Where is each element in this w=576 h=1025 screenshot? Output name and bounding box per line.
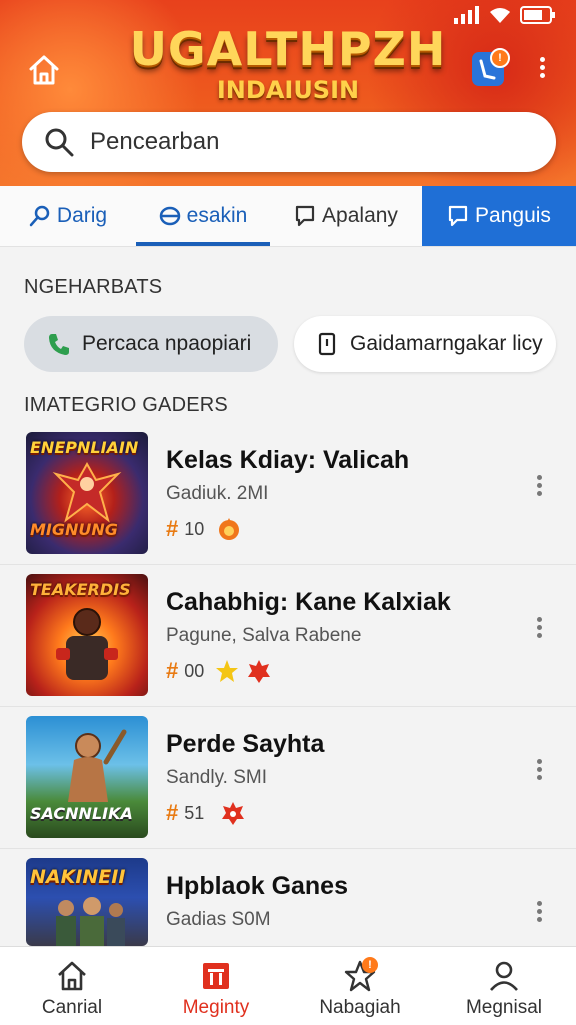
game-title: Cahabhig: Kane Kalxiak bbox=[166, 588, 451, 616]
game-meta-value: 51 bbox=[184, 802, 205, 823]
thumbnail-caption: ENEPNLIAIN bbox=[30, 438, 139, 457]
filter-chip-call[interactable]: Percaca npaopiari bbox=[24, 316, 278, 372]
game-title: Hpblaok Ganes bbox=[166, 872, 348, 900]
warrior-figure bbox=[68, 729, 127, 802]
chip-label: Gaidamarngakar licy bbox=[350, 332, 543, 355]
key-icon bbox=[29, 205, 50, 227]
list-item[interactable]: SACNNLIKA Perde Sayhta Sandly. SMI # 51 bbox=[0, 708, 576, 849]
nav-item-megnisal[interactable]: Megnisal bbox=[432, 947, 576, 1025]
chat-icon bbox=[448, 205, 468, 227]
notification-badge: ! bbox=[490, 48, 510, 68]
status-bar bbox=[454, 6, 556, 24]
list-item[interactable]: TEAKERDIS Cahabhig: Kane Kalxiak Pagune,… bbox=[0, 566, 576, 707]
nav-item-nabagiah[interactable]: ! Nabagiah bbox=[288, 947, 432, 1025]
item-menu-button[interactable] bbox=[528, 756, 550, 790]
game-meta: # 00 bbox=[166, 658, 272, 684]
nav-label: Canrial bbox=[41, 997, 103, 1018]
game-title: Kelas Kdiay: Valicah bbox=[166, 446, 410, 474]
overflow-menu-button[interactable] bbox=[532, 54, 552, 84]
game-subtitle: Gadiuk. 2MI bbox=[166, 483, 269, 504]
gear-badge-icon bbox=[222, 802, 245, 825]
person-icon bbox=[490, 961, 518, 991]
flame-badge-icon bbox=[219, 518, 240, 540]
list-item[interactable]: NAKINEII Hpblaok Ganes Gadias S0M bbox=[0, 850, 576, 946]
home-icon bbox=[29, 55, 59, 85]
wifi-icon bbox=[490, 8, 510, 23]
search-input[interactable] bbox=[88, 127, 492, 157]
thumbnail-caption: NAKINEII bbox=[30, 866, 126, 888]
section-heading: IMATEGRIO GADERS bbox=[24, 394, 228, 416]
game-subtitle: Gadias S0M bbox=[166, 909, 271, 930]
chat-icon bbox=[295, 205, 315, 227]
game-thumbnail: ENEPNLIAIN MIGNUNG bbox=[26, 432, 148, 554]
hash-icon: # bbox=[166, 516, 179, 541]
tab-label: esakin bbox=[186, 204, 248, 227]
globe-icon bbox=[159, 206, 180, 226]
game-title: Perde Sayhta bbox=[166, 730, 325, 758]
tablet-icon bbox=[318, 332, 336, 356]
tab-label: Apalany bbox=[322, 204, 398, 227]
list-item[interactable]: ENEPNLIAIN MIGNUNG Kelas Kdiay: Valicah … bbox=[0, 424, 576, 565]
search-bar[interactable] bbox=[22, 112, 556, 172]
game-meta: # 10 bbox=[166, 516, 242, 542]
tab-apalany[interactable]: Apalany bbox=[270, 186, 422, 246]
hash-icon: # bbox=[166, 800, 179, 825]
thumbnail-caption: SACNNLIKA bbox=[30, 804, 133, 823]
hash-icon: # bbox=[166, 658, 179, 683]
warrior-figure bbox=[56, 608, 118, 680]
nav-label: Nabagiah bbox=[319, 997, 401, 1018]
nav-label: Megnisal bbox=[465, 997, 543, 1018]
tab-panguis[interactable]: Panguis bbox=[422, 186, 576, 246]
store-icon bbox=[203, 963, 229, 989]
notification-button[interactable]: ! bbox=[472, 48, 510, 86]
game-thumbnail: SACNNLIKA bbox=[26, 716, 148, 838]
chip-label: Percaca npaopiari bbox=[82, 332, 252, 355]
soldiers-figure bbox=[56, 897, 125, 946]
game-subtitle: Sandly. SMI bbox=[166, 767, 268, 788]
home-icon bbox=[58, 961, 86, 991]
tab-label: Darig bbox=[56, 204, 108, 227]
star-badge-icon bbox=[216, 660, 239, 682]
filter-chip-device[interactable]: Gaidamarngakar licy bbox=[294, 316, 556, 372]
game-meta-value: 00 bbox=[184, 660, 205, 681]
category-tabs: Darig esakin Apalany Panguis bbox=[0, 186, 576, 247]
search-icon bbox=[45, 128, 74, 157]
game-meta: # 51 bbox=[166, 800, 246, 826]
warrior-figure bbox=[52, 461, 122, 523]
gear-badge-icon bbox=[248, 660, 271, 683]
item-menu-button[interactable] bbox=[528, 472, 550, 506]
nav-badge: ! bbox=[362, 957, 378, 973]
nav-label: Meginty bbox=[182, 997, 250, 1018]
tab-esakin[interactable]: esakin bbox=[136, 186, 270, 246]
tab-darig[interactable]: Darig bbox=[0, 186, 136, 246]
nav-item-canrial[interactable]: Canrial bbox=[0, 947, 144, 1025]
game-thumbnail: TEAKERDIS bbox=[26, 574, 148, 696]
item-menu-button[interactable] bbox=[528, 898, 550, 932]
nav-item-meginty[interactable]: Meginty bbox=[144, 947, 288, 1025]
home-button[interactable] bbox=[26, 52, 62, 88]
item-menu-button[interactable] bbox=[528, 614, 550, 648]
bottom-navigation: Canrial Meginty ! Nabagiah Megnisal bbox=[0, 946, 576, 1025]
phone-icon bbox=[49, 334, 69, 355]
signal-icon bbox=[454, 6, 479, 24]
battery-icon bbox=[520, 6, 555, 24]
game-thumbnail: NAKINEII bbox=[26, 858, 148, 946]
thumbnail-caption: TEAKERDIS bbox=[30, 580, 131, 599]
tab-label: Panguis bbox=[475, 204, 551, 227]
section-heading: NGEHARBATS bbox=[24, 276, 163, 298]
game-meta-value: 10 bbox=[184, 518, 205, 539]
thumbnail-caption: MIGNUNG bbox=[30, 520, 118, 539]
game-subtitle: Pagune, Salva Rabene bbox=[166, 625, 362, 646]
